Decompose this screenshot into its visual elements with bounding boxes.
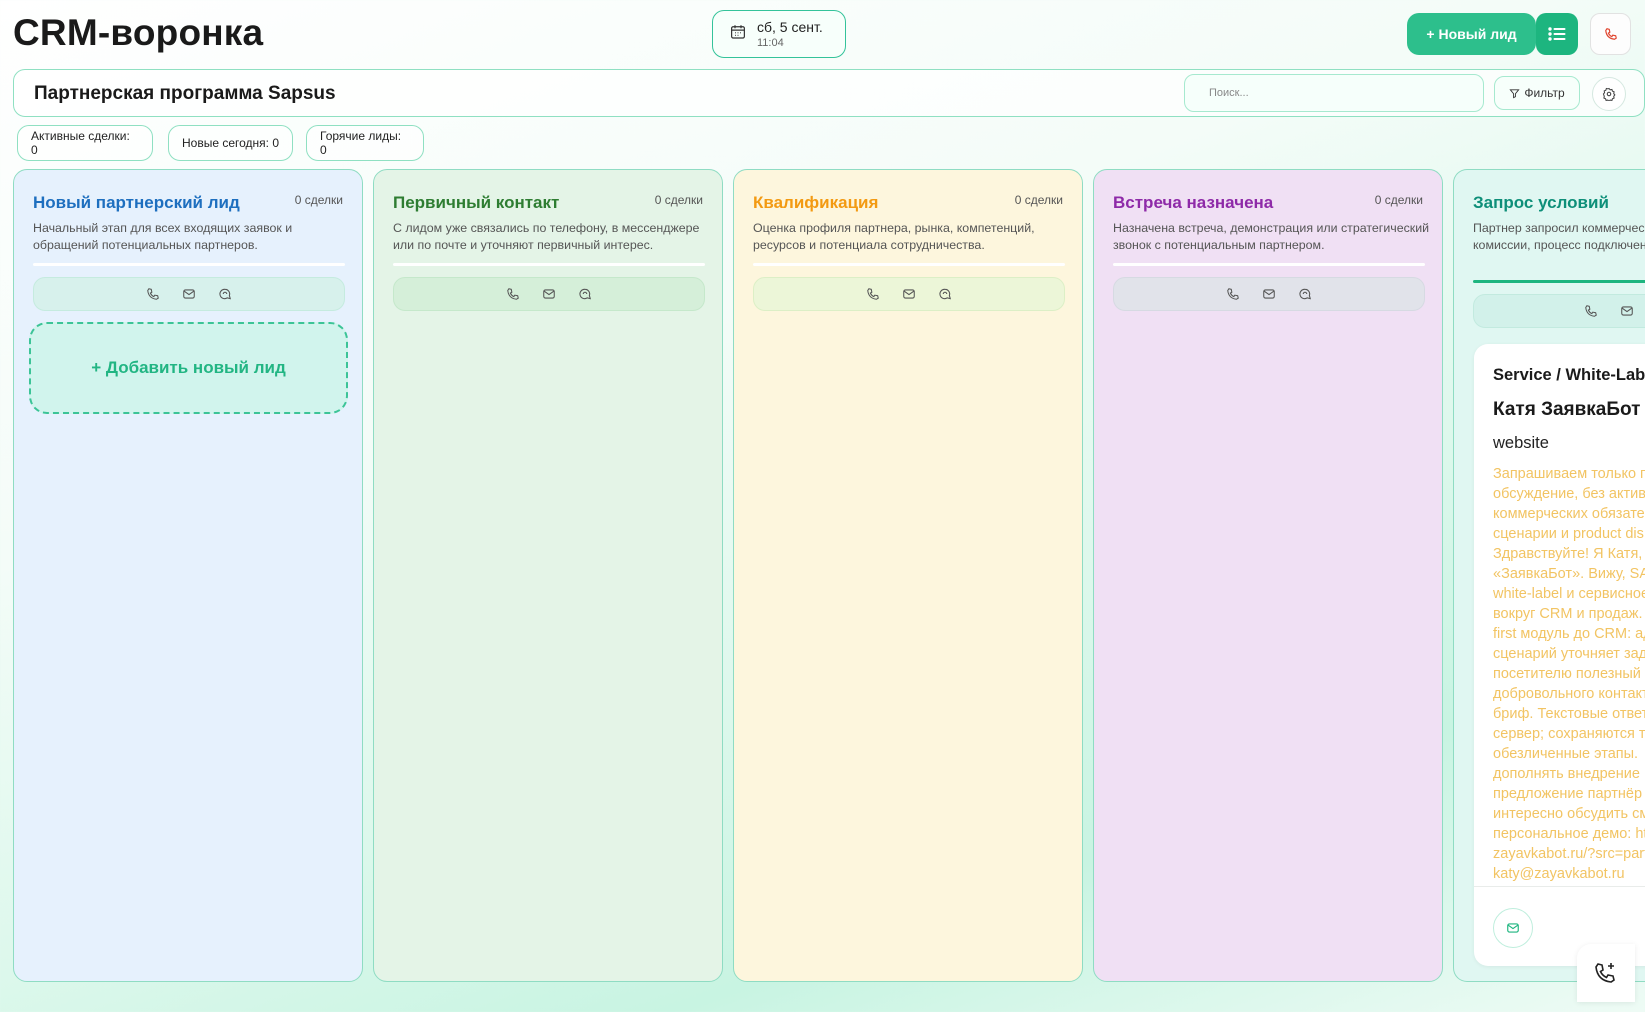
column-divider xyxy=(1113,263,1425,266)
phone-icon[interactable] xyxy=(506,287,520,301)
filter-label: Фильтр xyxy=(1524,86,1565,100)
lead-name: Катя ЗаявкаБот ( xyxy=(1493,399,1645,420)
column-description: Оценка профиля партнера, рынка, компетен… xyxy=(753,221,1035,252)
stat-new-today: Новые сегодня: 0 xyxy=(168,125,293,161)
date-time-widget[interactable]: сб, 5 сент. 11:04 xyxy=(712,10,846,58)
phone-icon[interactable] xyxy=(1226,287,1240,301)
column-count: 0 сделки xyxy=(294,193,343,207)
stat-hot-leads: Горячие лиды: 0 xyxy=(306,125,424,161)
mail-icon[interactable] xyxy=(542,287,556,301)
column-title: Квалификация xyxy=(753,193,879,212)
chat-icon[interactable] xyxy=(578,287,592,301)
filter-icon xyxy=(1509,88,1520,99)
mail-icon[interactable] xyxy=(182,287,196,301)
filter-button[interactable]: Фильтр xyxy=(1494,76,1580,110)
search-input[interactable]: Поиск... xyxy=(1184,74,1484,112)
column-description: С лидом уже связались по телефону, в мес… xyxy=(393,221,700,252)
column-divider xyxy=(33,263,345,266)
add-lead-button[interactable]: + Добавить новый лид xyxy=(29,322,348,414)
lead-card[interactable]: Service / White-Label Катя ЗаявкаБот ( w… xyxy=(1474,344,1645,966)
column-divider xyxy=(753,263,1065,266)
column-qualification: Квалификация 0 сделки Оценка профиля пар… xyxy=(733,169,1083,982)
column-divider xyxy=(393,263,705,266)
lead-email-button[interactable] xyxy=(1493,908,1533,948)
column-count: 0 сделки xyxy=(1374,193,1423,207)
column-terms-request: Запрос условий Партнер запросил коммерче… xyxy=(1453,169,1645,982)
settings-button[interactable] xyxy=(1592,77,1626,111)
column-new-partner-lead: Новый партнерский лид 0 сделки Начальный… xyxy=(13,169,363,982)
phone-icon[interactable] xyxy=(1584,304,1598,318)
column-quick-actions xyxy=(393,277,705,311)
column-title: Новый партнерский лид xyxy=(33,193,240,212)
calendar-icon xyxy=(729,23,747,46)
column-quick-actions xyxy=(1113,277,1425,311)
column-primary-contact: Первичный контакт 0 сделки С лидом уже с… xyxy=(373,169,723,982)
current-time: 11:04 xyxy=(757,37,784,49)
phone-icon[interactable] xyxy=(866,287,880,301)
column-quick-actions xyxy=(33,277,345,311)
pipeline-bar: Партнерская программа Sapsus Поиск... Фи… xyxy=(13,69,1645,117)
column-description: Партнер запросил коммерческие условия, р… xyxy=(1473,221,1645,252)
pipeline-name[interactable]: Партнерская программа Sapsus xyxy=(34,83,336,105)
column-title: Запрос условий xyxy=(1473,193,1609,212)
list-view-button[interactable] xyxy=(1536,13,1578,55)
column-divider xyxy=(1473,280,1645,283)
settings-icon xyxy=(1602,87,1616,101)
column-quick-actions xyxy=(1473,294,1645,328)
list-icon xyxy=(1548,26,1566,42)
column-title: Первичный контакт xyxy=(393,193,560,212)
column-count: 0 сделки xyxy=(654,193,703,207)
chat-icon[interactable] xyxy=(1298,287,1312,301)
mail-icon xyxy=(1506,921,1520,935)
stat-active-deals: Активные сделки: 0 xyxy=(17,125,153,161)
lead-message: Запрашиваем только п обсуждение, без акт… xyxy=(1493,466,1645,882)
call-button[interactable] xyxy=(1590,13,1631,55)
column-meeting-scheduled: Встреча назначена 0 сделки Назначена вст… xyxy=(1093,169,1443,982)
column-quick-actions xyxy=(753,277,1065,311)
column-count: 0 сделки xyxy=(1014,193,1063,207)
lead-channel: website xyxy=(1493,434,1549,452)
phone-icon xyxy=(1604,27,1618,41)
mail-icon[interactable] xyxy=(902,287,916,301)
chat-icon[interactable] xyxy=(938,287,952,301)
page-title: CRM-воронка xyxy=(13,12,264,53)
mail-icon[interactable] xyxy=(1262,287,1276,301)
chat-icon[interactable] xyxy=(218,287,232,301)
current-date: сб, 5 сент. xyxy=(757,19,823,35)
phone-plus-icon xyxy=(1594,961,1618,985)
floating-call-button[interactable] xyxy=(1577,944,1635,1002)
mail-icon[interactable] xyxy=(1620,304,1634,318)
lead-card-divider xyxy=(1474,886,1645,887)
lead-source: Service / White-Label xyxy=(1493,366,1645,384)
new-lead-button[interactable]: + Новый лид xyxy=(1407,13,1536,55)
column-description: Начальный этап для всех входящих заявок … xyxy=(33,221,293,252)
column-title: Встреча назначена xyxy=(1113,193,1274,212)
column-description: Назначена встреча, демонстрация или стра… xyxy=(1113,221,1430,252)
phone-icon[interactable] xyxy=(146,287,160,301)
